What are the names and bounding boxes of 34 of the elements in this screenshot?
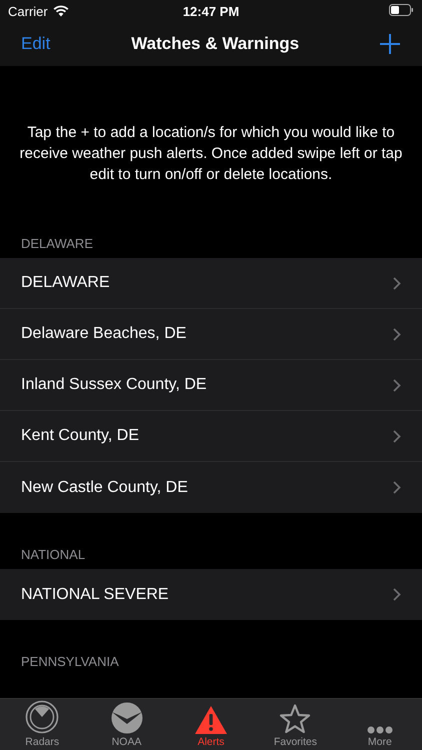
tab-item[interactable]: Radars (0, 699, 84, 750)
star-icon (279, 704, 312, 734)
chevron-icon (393, 276, 401, 290)
chevron-icon (393, 378, 401, 392)
nav-title: Watches & Warnings (131, 34, 300, 54)
battery-icon (389, 4, 414, 16)
location-row[interactable]: Delaware Beaches, DE (0, 309, 422, 360)
section-header: PENNSYLVANIA (20, 653, 120, 671)
section-header: NATIONAL (20, 546, 86, 564)
location-row[interactable]: DELAWARE (0, 258, 422, 309)
wifi-icon (52, 5, 69, 17)
tab-item[interactable]: NOAA (84, 699, 169, 750)
chevron-icon (393, 328, 401, 340)
status-time: 12:47 PM (182, 4, 240, 18)
plus-icon (380, 34, 400, 54)
tab-item[interactable]: More (338, 699, 422, 750)
location-row[interactable]: Inland Sussex County, DE (0, 360, 422, 411)
tab-item[interactable]: Favorites (253, 699, 338, 750)
section-header: DELAWARE (20, 235, 94, 253)
intro-text: Tap the + to add a location/s for which you would like to receive weather push alerts. Once added swipe left or tap edit to turn on/off or delete locations. (18, 123, 404, 185)
location-row[interactable]: NATIONAL SEVERE (0, 569, 422, 620)
chevron-icon (393, 481, 401, 494)
warning-icon (195, 706, 228, 734)
radar-icon (25, 700, 60, 734)
bird-logo-icon (110, 702, 143, 734)
chevron-icon (393, 430, 401, 442)
more-icon (366, 726, 393, 734)
chevron-icon (393, 588, 401, 601)
tab-item[interactable]: Alerts (168, 699, 254, 750)
location-row[interactable]: New Castle County, DE (0, 462, 422, 513)
location-row[interactable]: Kent County, DE (0, 411, 422, 462)
carrier-label: Carrier (8, 4, 48, 18)
edit-button[interactable]: Edit (21, 34, 50, 54)
add-button[interactable] (380, 34, 400, 54)
